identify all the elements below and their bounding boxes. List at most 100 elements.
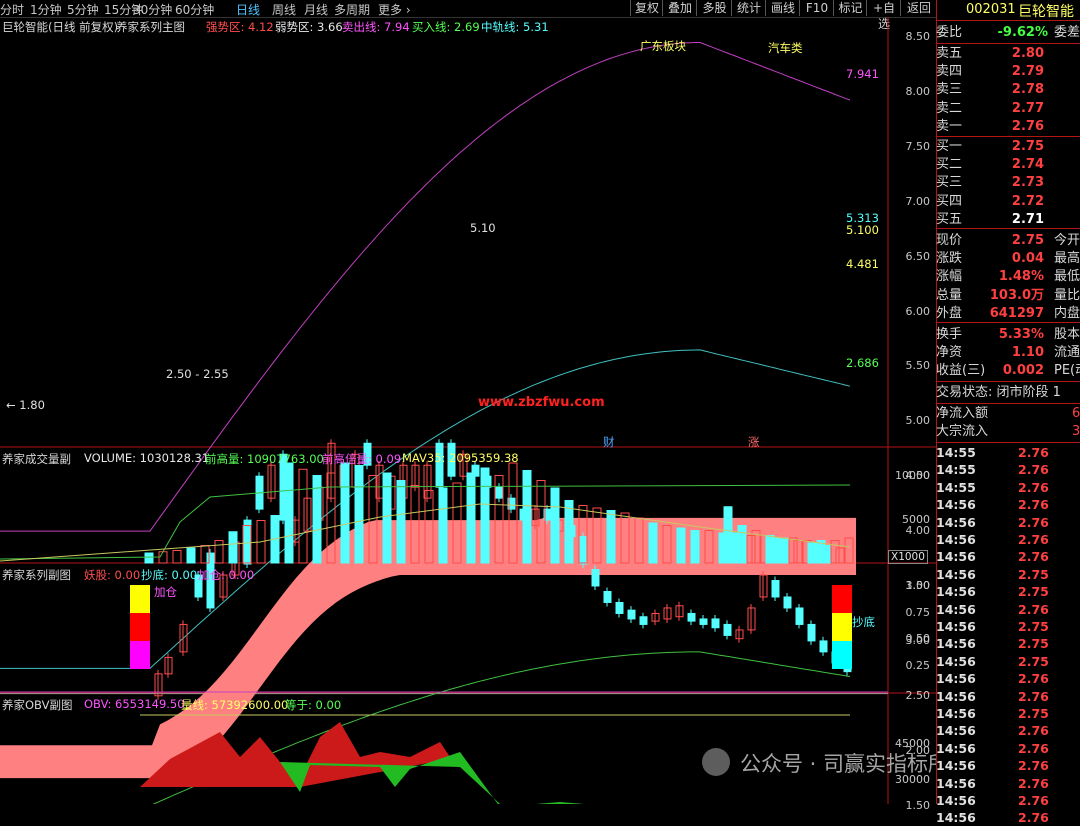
toolbar-button-6[interactable]: 标记	[833, 0, 867, 16]
toolbar-button-3[interactable]: 统计	[731, 0, 766, 16]
price-tick: 6.50	[905, 249, 931, 263]
volume-bar	[186, 547, 196, 564]
toolbar-button-5[interactable]: F10	[799, 0, 834, 16]
divider	[936, 381, 1080, 382]
toolbar-button-8[interactable]: 返回	[900, 0, 937, 16]
candlestick	[687, 612, 696, 622]
signal-block	[832, 585, 852, 613]
candlestick	[771, 580, 780, 598]
price-tick: 1.50	[905, 798, 931, 812]
obv-panel-name[interactable]: 养家OBV副图	[2, 697, 72, 713]
volume-bar	[821, 545, 831, 564]
volume-bar	[564, 500, 574, 564]
candlestick	[723, 623, 732, 636]
volume-bar	[550, 487, 560, 564]
volume-bar	[480, 467, 490, 564]
tick-row: 14:56 2.75	[936, 653, 1049, 669]
candlestick	[603, 590, 612, 603]
period-tab-5[interactable]: 60分钟	[175, 1, 214, 18]
stats2-row: 换手 5.33% 股本	[936, 327, 1080, 342]
prev-double-volume: 前高倍量: 0.09	[322, 452, 402, 466]
asks-row: 卖二 2.77	[936, 100, 1044, 116]
finance-marker[interactable]: 财	[603, 434, 615, 450]
period-tab-0[interactable]: 分时	[0, 1, 24, 18]
candlestick	[819, 640, 828, 653]
candlestick	[495, 486, 504, 499]
tick-row: 14:56 2.76	[936, 810, 1049, 826]
weak-zone-value: 弱势区: 3.66	[275, 20, 343, 34]
stats2-row: 净资 1.10 流通	[936, 345, 1080, 361]
signal-block	[130, 585, 150, 613]
jiacang-value: 加仓: 0.00	[198, 568, 255, 582]
period-tab-2[interactable]: 5分钟	[67, 1, 99, 18]
period-tab-10[interactable]: 更多 ›	[378, 1, 411, 18]
candlestick	[435, 442, 444, 488]
period-tab-9[interactable]: 多周期	[334, 1, 370, 18]
asks-row: 卖四 2.79	[936, 64, 1044, 80]
chaodi-label: 抄底	[852, 615, 875, 629]
volume-bar	[723, 506, 733, 564]
signal-block	[832, 613, 852, 641]
tick-row: 14:56 2.76	[936, 688, 1049, 704]
volume-tick-10000: 10000	[895, 469, 930, 482]
period-tab-1[interactable]: 1分钟	[30, 1, 62, 18]
period-toolbar: 分时 1分钟 5分钟 15分钟 30分钟 60分钟 日线 周线 月线 多周期 更多 › 复权 叠加 多股统…	[0, 0, 1080, 31]
volume-bar	[396, 480, 406, 564]
candlestick	[243, 519, 252, 565]
asks-row: 卖三 2.78	[936, 82, 1044, 98]
asks-row: 卖五 2.80	[936, 46, 1044, 61]
price-tick: 2.50	[905, 688, 931, 702]
period-tab-6[interactable]: 日线	[236, 1, 260, 18]
signal-tick-075: 0.75	[905, 606, 931, 619]
range-annotation: 2.50 - 2.55	[166, 367, 229, 381]
price-tick: 6.00	[905, 304, 931, 318]
price-tick: 7.50	[905, 139, 931, 153]
prev-high-volume: 前高量: 10907763.00	[205, 452, 324, 466]
tick-row: 14:56 2.76	[936, 532, 1049, 547]
tick-row: 14:56 2.75	[936, 584, 1049, 600]
low-annotation: ← 1.80	[6, 398, 45, 412]
candlestick	[639, 616, 648, 625]
toolbar-button-0[interactable]: 复权	[630, 0, 663, 16]
buy-line	[152, 651, 851, 804]
volume-bar	[690, 530, 700, 564]
price-tick: 8.50	[905, 30, 931, 43]
price-tick: 5.50	[905, 359, 931, 373]
bids-row: 买四 2.72	[936, 193, 1044, 209]
tick-row: 14:56 2.76	[936, 793, 1049, 808]
dengyu-value: 等于: 0.00	[285, 698, 342, 712]
chart-area[interactable]	[0, 17, 936, 804]
price-tick: 4.00	[905, 524, 931, 538]
tick-row: 14:56 2.76	[936, 740, 1049, 756]
candlestick	[795, 607, 804, 625]
tick-row: 14:56 2.76	[936, 497, 1049, 513]
liangxian-value: 量线: 57392600.00	[181, 698, 289, 712]
obv-value: OBV: 6553149.50	[84, 697, 185, 711]
toolbar-button-2[interactable]: 多股	[696, 0, 732, 16]
wechat-icon	[702, 748, 730, 776]
rise-marker[interactable]: 涨	[748, 434, 760, 450]
divider	[936, 322, 1080, 323]
stock-title: 巨轮智能(日线 前复权)	[2, 20, 119, 34]
toolbar-button-4[interactable]: 画线	[765, 0, 800, 16]
signal-tick-05: 0.50	[905, 632, 931, 645]
volume-bar	[676, 527, 686, 564]
buy-line-label: 2.686	[846, 356, 879, 370]
sector-label: 广东板块	[640, 39, 686, 53]
period-tab-4[interactable]: 30分钟	[133, 1, 172, 18]
signal-panel-name[interactable]: 养家系列副图	[2, 567, 71, 583]
candlestick	[783, 596, 792, 609]
volume-tick-5000: 5000	[902, 513, 930, 526]
signal-block	[832, 641, 852, 669]
main-indicator-name[interactable]: 养家系列主图	[116, 19, 185, 35]
toolbar-button-1[interactable]: 叠加	[662, 0, 697, 16]
trade-status: 交易状态: 闭市阶段 1	[936, 385, 1061, 400]
tick-row: 14:56 2.76	[936, 758, 1049, 774]
period-tab-8[interactable]: 月线	[304, 1, 328, 18]
volume-panel-name[interactable]: 养家成交量副	[2, 451, 71, 467]
period-tab-7[interactable]: 周线	[272, 1, 296, 18]
chaodi-value: 抄底: 0.00	[141, 568, 198, 582]
toolbar-button-7[interactable]: +自选	[866, 0, 901, 31]
volume-bar	[298, 468, 308, 564]
divider	[936, 20, 1080, 21]
